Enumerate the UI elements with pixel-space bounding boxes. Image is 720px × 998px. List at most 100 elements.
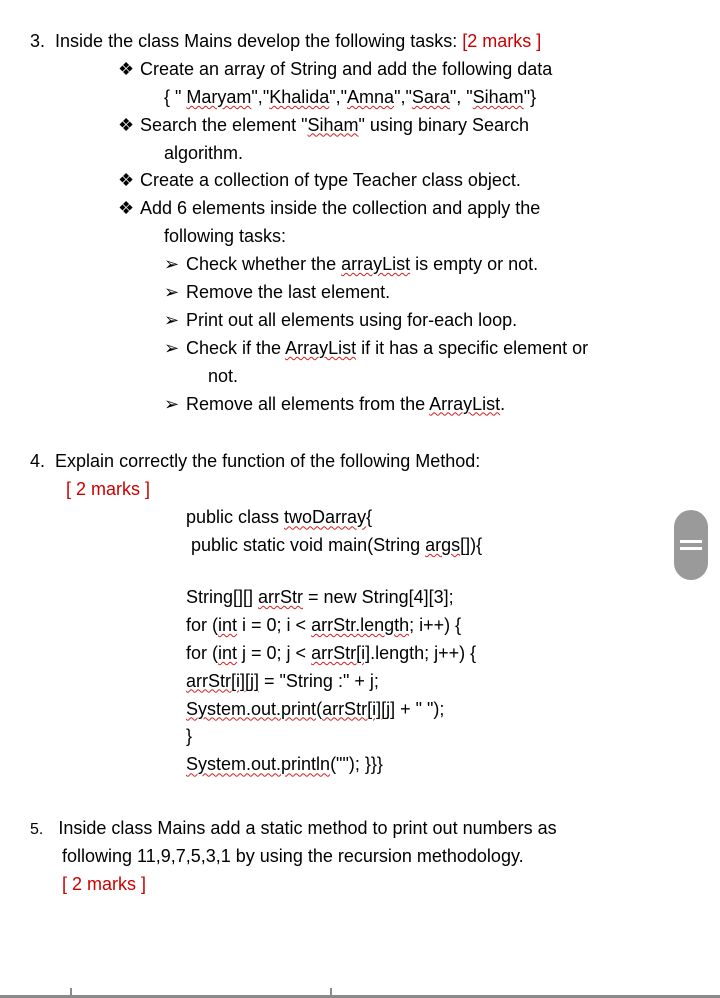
name-khalida: Khalida (269, 87, 329, 107)
q3-bullet-1-line2: { " Maryam","Khalida","Amna","Sara", "Si… (30, 84, 690, 112)
text: "," (394, 87, 412, 107)
bottom-tick (70, 988, 72, 998)
text: []){ (460, 535, 482, 555)
code-line-9: System.out.println(""); }}} (186, 751, 690, 779)
q3-bullet-4-line2: following tasks: (30, 223, 690, 251)
text-twodarray: twoDarray (284, 507, 366, 527)
q3-marks: [2 marks ] (462, 31, 541, 51)
q3-sub-5: ➢Remove all elements from the ArrayList. (30, 391, 690, 419)
text-sysoutprintln: System.out.println (186, 754, 330, 774)
text: ", " (450, 87, 473, 107)
arrow-bullet-icon: ➢ (164, 279, 186, 307)
text-arrstrij: arrStr[i][j] (186, 671, 259, 691)
text: Add 6 elements inside the collection and… (140, 198, 540, 218)
code-line-1: public class twoDarray{ (186, 504, 690, 532)
arrow-bullet-icon: ➢ (164, 335, 186, 363)
text: Print out all elements using for-each lo… (186, 310, 517, 330)
text-arrstrij: arrStr[i][j] (322, 699, 395, 719)
text: .length; j++) { (370, 643, 476, 663)
text: Check if the (186, 338, 285, 358)
name-sara: Sara (412, 87, 450, 107)
spacer (30, 779, 690, 815)
diamond-bullet-icon: ❖ (118, 56, 140, 84)
q3-sub-2: ➢Remove the last element. (30, 279, 690, 307)
text: is empty or not. (410, 254, 538, 274)
q5-number: 5. (30, 818, 43, 843)
code-line-2: public static void main(String args[]){ (186, 532, 690, 560)
bottom-tick (330, 988, 332, 998)
diamond-bullet-icon: ❖ (118, 195, 140, 223)
q5-marks: [ 2 marks ] (30, 871, 690, 899)
text: j = 0; j < (237, 643, 311, 663)
name-siham: Siham (307, 115, 358, 135)
code-line-6: arrStr[i][j] = "String :" + j; (186, 668, 690, 696)
q3-bullet-2-line2: algorithm. (30, 140, 690, 168)
text-int: int (218, 643, 237, 663)
text-arraylist: arrayList (341, 254, 410, 274)
q5-line1: 5. Inside class Mains add a static metho… (30, 815, 690, 843)
text: . (500, 394, 505, 414)
text: Remove the last element. (186, 282, 390, 302)
diamond-bullet-icon: ❖ (118, 167, 140, 195)
text: "," (251, 87, 269, 107)
arrow-bullet-icon: ➢ (164, 307, 186, 335)
name-amna: Amna (347, 87, 394, 107)
q3-sub-1: ➢Check whether the arrayList is empty or… (30, 251, 690, 279)
q4-marks: [ 2 marks ] (30, 476, 690, 504)
text: = new String[4][3]; (303, 587, 454, 607)
text: Create an array of String and add the fo… (140, 59, 552, 79)
code-line-7: System.out.print(arrStr[i][j] + " "); (186, 696, 690, 724)
text: ; i++) { (409, 615, 461, 635)
q3-bullet-3: ❖Create a collection of type Teacher cla… (30, 167, 690, 195)
text: if it has a specific element or (356, 338, 588, 358)
code-line-3: String[][] arrStr = new String[4][3]; (186, 584, 690, 612)
question-3: 3. Inside the class Mains develop the fo… (30, 28, 690, 418)
text-arrstri: arrStr[i] (311, 643, 370, 663)
question-4: 4. Explain correctly the function of the… (30, 448, 690, 779)
text: Search the element " (140, 115, 307, 135)
text-arraylist: ArrayList (285, 338, 356, 358)
spacer (30, 418, 690, 448)
text: Inside class Mains add a static method t… (58, 818, 556, 838)
name-siham: Siham (473, 87, 524, 107)
diamond-bullet-icon: ❖ (118, 112, 140, 140)
text-arraylist: ArrayList (429, 394, 500, 414)
text: String[][] (186, 587, 258, 607)
text: Create a collection of type Teacher clas… (140, 170, 521, 190)
text: Remove all elements from the (186, 394, 429, 414)
text: Check whether the (186, 254, 341, 274)
name-maryam: Maryam (186, 87, 251, 107)
text: " using binary Search (359, 115, 529, 135)
text: for ( (186, 643, 218, 663)
text: { (366, 507, 372, 527)
blank-line (186, 560, 690, 584)
arrow-bullet-icon: ➢ (164, 391, 186, 419)
text: + " "); (395, 699, 444, 719)
q3-number: 3. (30, 28, 45, 56)
text-int: int (218, 615, 237, 635)
document-page: 3. Inside the class Mains develop the fo… (0, 0, 720, 909)
q3-sub-4-line2: not. (30, 363, 690, 391)
q3-sub-3: ➢Print out all elements using for-each l… (30, 307, 690, 335)
code-line-4: for (int i = 0; i < arrStr.length; i++) … (186, 612, 690, 640)
q4-number: 4. (30, 448, 45, 476)
q3-heading: 3. Inside the class Mains develop the fo… (30, 28, 690, 56)
text: { " (164, 87, 186, 107)
text: "} (524, 87, 536, 107)
q3-intro: Inside the class Mains develop the follo… (55, 31, 462, 51)
menu-lines-icon (680, 538, 702, 552)
code-line-8: } (186, 723, 690, 751)
text-arrstr: arrStr (258, 587, 303, 607)
q3-bullet-2: ❖Search the element "Siham" using binary… (30, 112, 690, 140)
text-arrstrlength: arrStr.length (311, 615, 409, 635)
scroll-indicator[interactable] (674, 510, 708, 580)
text: (""); }}} (330, 754, 383, 774)
text: = "String :" + j; (259, 671, 379, 691)
text: public static void main(String (186, 535, 425, 555)
q3-sub-4: ➢Check if the ArrayList if it has a spec… (30, 335, 690, 363)
q3-bullet-1: ❖Create an array of String and add the f… (30, 56, 690, 84)
arrow-bullet-icon: ➢ (164, 251, 186, 279)
code-block: public class twoDarray{ public static vo… (30, 504, 690, 779)
code-line-5: for (int j = 0; j < arrStr[i].length; j+… (186, 640, 690, 668)
q4-intro: Explain correctly the function of the fo… (55, 451, 480, 471)
